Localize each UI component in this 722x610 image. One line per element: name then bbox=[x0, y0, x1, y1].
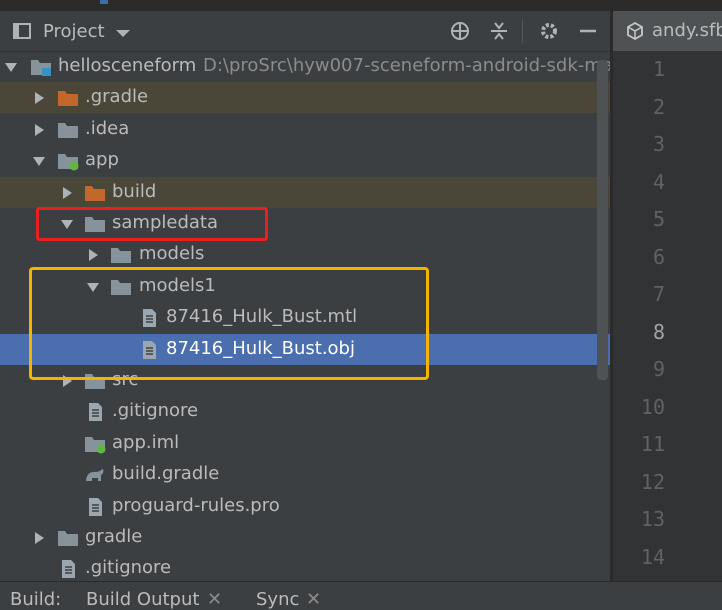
collapse-all-icon[interactable] bbox=[489, 21, 509, 41]
tree-row-label: proguard-rules.pro bbox=[112, 494, 280, 516]
close-icon[interactable]: ✕ bbox=[207, 589, 222, 610]
tree-row-hellosceneform[interactable]: hellosceneform D:\proSrc\hyw007-sceneform… bbox=[0, 51, 610, 82]
text-file-icon bbox=[62, 560, 75, 579]
android-module-icon bbox=[58, 154, 79, 171]
line-number: 4 bbox=[652, 169, 665, 194]
tree-row-label: gradle bbox=[85, 526, 143, 547]
bottom-tool-bar: Build: Build Output ✕ Sync ✕ bbox=[0, 581, 722, 610]
tab-build-output[interactable]: Build Output bbox=[86, 589, 199, 610]
tree-row-label: .gradle bbox=[85, 86, 149, 108]
module-icon bbox=[31, 60, 51, 76]
tree-row-gitignore[interactable]: .gitignore bbox=[0, 553, 610, 581]
tree-row-idea[interactable]: .idea bbox=[0, 114, 610, 145]
build-label: Build: bbox=[10, 589, 62, 610]
line-number: 9 bbox=[652, 357, 665, 381]
tree-row-label: models bbox=[139, 243, 205, 265]
line-number: 14 bbox=[640, 544, 665, 569]
tree-row-build[interactable]: build bbox=[0, 176, 610, 208]
tree-row-gitignore[interactable]: .gitignore bbox=[0, 396, 610, 427]
panel-title[interactable]: Project bbox=[43, 21, 105, 42]
folder-orange-icon bbox=[85, 185, 105, 201]
line-number: 12 bbox=[640, 469, 665, 494]
text-file-icon bbox=[89, 403, 102, 422]
editor-tab[interactable]: andy.sfb bbox=[613, 11, 722, 51]
header-separator bbox=[522, 19, 523, 43]
tree-row-proguard-rules-pro[interactable]: proguard-rules.pro bbox=[0, 491, 610, 522]
tree-row-gradle[interactable]: gradle bbox=[0, 522, 610, 553]
folder-orange-icon bbox=[58, 91, 78, 107]
line-number: 8 bbox=[652, 319, 665, 344]
line-number: 1 bbox=[652, 57, 665, 81]
line-number: 10 bbox=[640, 394, 665, 419]
line-number: 7 bbox=[652, 282, 665, 306]
locate-icon[interactable] bbox=[450, 21, 470, 41]
folder-icon bbox=[111, 248, 131, 264]
tree-scrollbar[interactable] bbox=[597, 60, 608, 380]
tree-row-label: .gitignore bbox=[112, 400, 199, 422]
tree-row-label: app bbox=[85, 149, 119, 171]
collapse-arrow-icon[interactable] bbox=[32, 91, 46, 105]
highlight-box-red bbox=[36, 207, 268, 241]
editor-tab-label: andy.sfb bbox=[652, 20, 722, 41]
tree-row-label: .idea bbox=[85, 117, 130, 139]
line-number: 6 bbox=[652, 244, 665, 269]
expand-arrow-icon[interactable] bbox=[4, 60, 18, 74]
top-stripe bbox=[0, 0, 722, 11]
tree-row-label: build bbox=[112, 180, 157, 202]
line-number: 11 bbox=[640, 432, 665, 456]
tree-row-label: build.gradle bbox=[112, 463, 220, 485]
highlight-box-yellow bbox=[29, 267, 429, 380]
gradle-icon bbox=[86, 469, 104, 482]
tree-row-models[interactable]: models bbox=[0, 239, 610, 270]
gear-icon[interactable] bbox=[539, 21, 559, 41]
close-icon[interactable]: ✕ bbox=[306, 589, 321, 610]
minimize-icon[interactable] bbox=[578, 21, 598, 41]
folder-icon bbox=[58, 531, 78, 546]
line-number: 5 bbox=[652, 207, 665, 231]
tree-row-label: .gitignore bbox=[85, 557, 172, 579]
chevron-down-icon[interactable] bbox=[113, 23, 133, 43]
tab-indicator bbox=[100, 0, 108, 4]
expand-arrow-icon[interactable] bbox=[32, 154, 46, 168]
collapse-arrow-icon[interactable] bbox=[32, 531, 46, 545]
collapse-arrow-icon[interactable] bbox=[60, 186, 74, 200]
tree-row-label: hellosceneform bbox=[58, 55, 197, 76]
line-number-gutter: 1 2 3 4 5 6 7 8 9 10 11 12 13 14 bbox=[613, 51, 722, 581]
line-number: 13 bbox=[640, 507, 665, 531]
iml-file-icon bbox=[85, 436, 106, 454]
tab-sync[interactable]: Sync bbox=[256, 589, 299, 610]
tree-row-app[interactable]: app bbox=[0, 145, 610, 176]
folder-icon bbox=[58, 122, 78, 138]
line-number: 3 bbox=[652, 132, 665, 156]
sfb-file-icon bbox=[627, 21, 643, 41]
module-path: D:\proSrc\hyw007-sceneform-android-sdk-m… bbox=[203, 55, 610, 76]
collapse-arrow-icon[interactable] bbox=[32, 123, 46, 137]
tree-row-build-gradle[interactable]: build.gradle bbox=[0, 459, 610, 490]
tree-row-gradle[interactable]: .gradle bbox=[0, 82, 610, 114]
collapse-arrow-icon[interactable] bbox=[86, 248, 100, 262]
line-number: 2 bbox=[652, 94, 665, 119]
project-panel-header: Project bbox=[0, 11, 610, 52]
editor-tab-bar: andy.sfb bbox=[613, 11, 722, 52]
text-file-icon bbox=[89, 497, 102, 516]
tree-row-app-iml[interactable]: app.iml bbox=[0, 428, 610, 459]
tree-row-label: app.iml bbox=[112, 431, 180, 453]
project-view-icon bbox=[13, 23, 31, 39]
